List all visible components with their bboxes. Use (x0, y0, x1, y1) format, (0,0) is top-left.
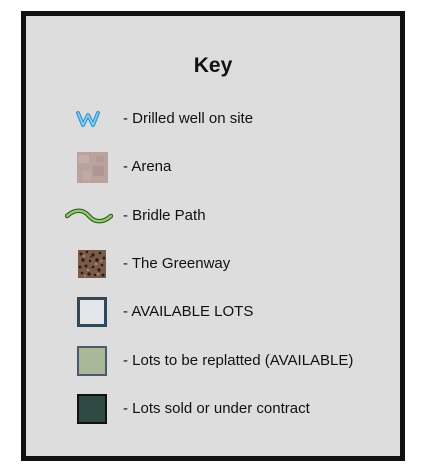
legend-item-replatted-lots: - Lots to be replatted (AVAILABLE) (26, 344, 400, 378)
legend-label-drilled-well: - Drilled well on site (123, 110, 254, 127)
legend-item-sold-lots: - Lots sold or under contract (26, 392, 400, 426)
legend-item-arena: - Arena (26, 150, 400, 184)
legend-item-drilled-well: - Drilled well on site (26, 102, 400, 136)
replatted-lots-swatch (76, 344, 108, 378)
drilled-well-icon (74, 102, 104, 136)
bridle-path-icon (64, 199, 114, 233)
legend-label-sold-lots: - Lots sold or under contract (123, 400, 310, 417)
legend-item-greenway: - The Greenway (26, 247, 400, 281)
legend-label-greenway: - The Greenway (123, 255, 231, 272)
legend-label-arena: - Arena (123, 158, 172, 175)
legend-title: Key (193, 54, 233, 77)
legend-label-replatted-lots: - Lots to be replatted (AVAILABLE) (123, 352, 354, 369)
legend-label-available-lots: - AVAILABLE LOTS (123, 303, 254, 320)
sold-lots-swatch (76, 392, 108, 426)
arena-swatch (76, 150, 108, 184)
legend-label-bridle-path: - Bridle Path (123, 207, 206, 224)
greenway-swatch (76, 247, 108, 281)
legend-item-available-lots: - AVAILABLE LOTS (26, 295, 400, 329)
legend-box: Key - Drilled well on site - Arena - Bri… (21, 11, 405, 461)
available-lots-swatch (76, 295, 108, 329)
legend-item-bridle-path: - Bridle Path (26, 199, 400, 233)
